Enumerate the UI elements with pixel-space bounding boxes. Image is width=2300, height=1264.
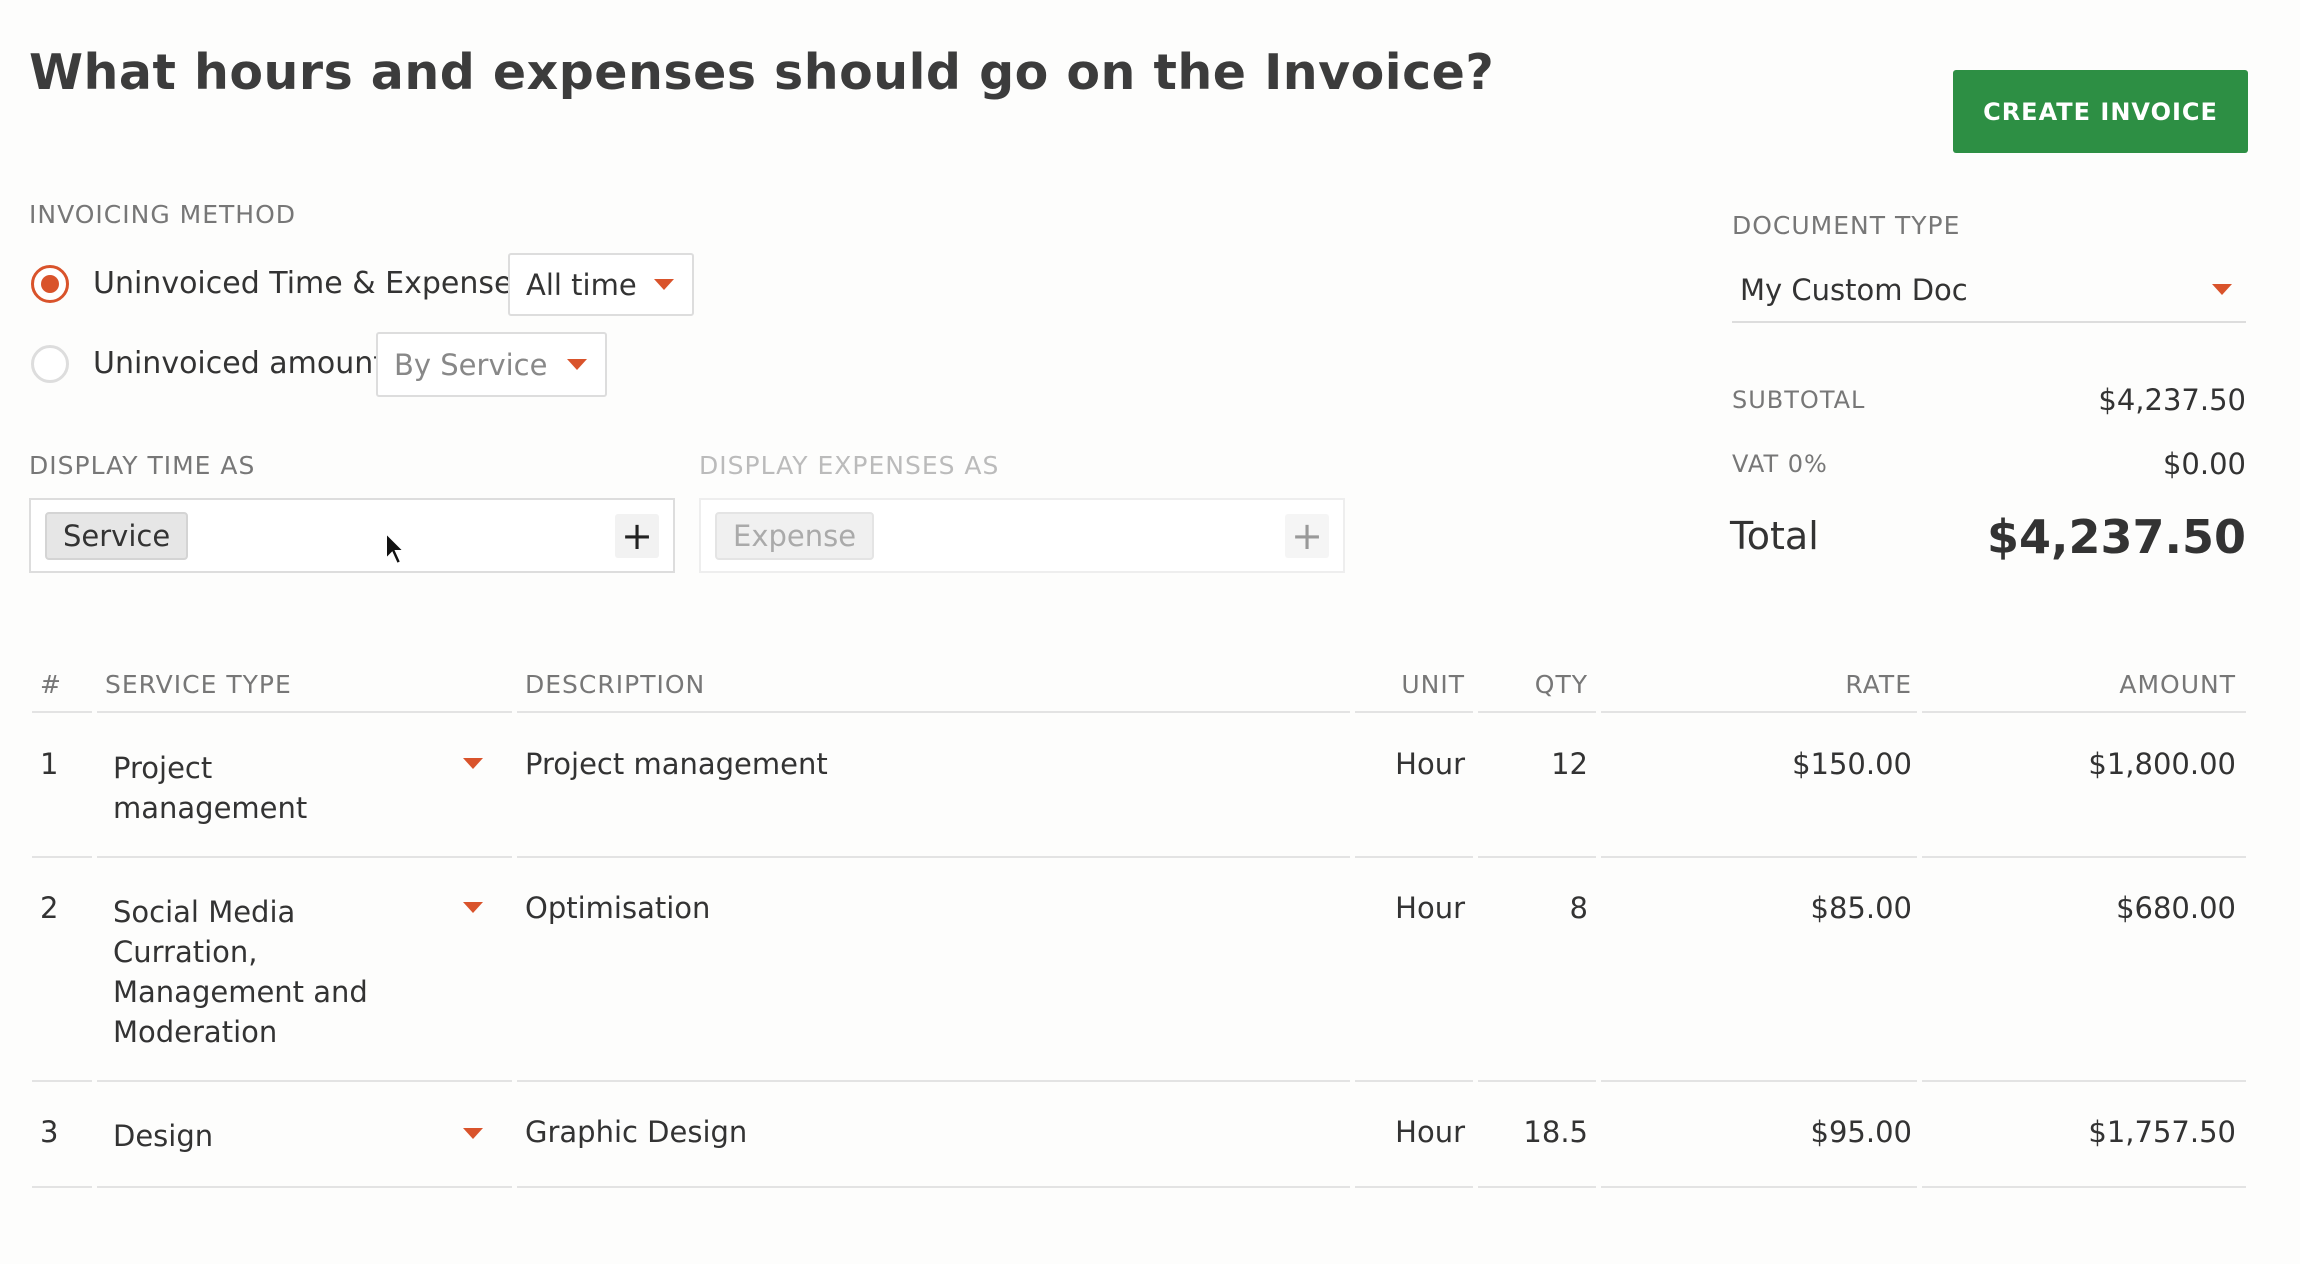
document-type-value: My Custom Doc — [1740, 272, 1968, 307]
total-label: Total — [1730, 514, 1819, 558]
row-rate[interactable]: $150.00 — [1600, 744, 1912, 784]
service-tag[interactable]: Service — [45, 511, 189, 560]
document-type-label: DOCUMENT TYPE — [1732, 211, 1961, 240]
row-description[interactable]: Project management — [525, 744, 828, 784]
divider — [1922, 711, 2246, 713]
divider — [1355, 1080, 1473, 1082]
row-number: 3 — [40, 1115, 59, 1149]
divider — [32, 1186, 92, 1188]
time-range-value: All time — [526, 267, 637, 302]
column-header-unit: UNIT — [1401, 670, 1465, 699]
add-time-grouping-button[interactable]: + — [615, 513, 659, 558]
amount-grouping-select[interactable]: By Service — [376, 332, 607, 397]
divider — [32, 711, 92, 713]
divider — [1922, 1080, 2246, 1082]
row-description[interactable]: Optimisation — [525, 888, 710, 928]
row-amount: $680.00 — [2116, 891, 2236, 925]
vat-label: VAT 0% — [1732, 450, 1828, 478]
radio-uninvoiced-time[interactable] — [31, 265, 69, 303]
column-header-description: DESCRIPTION — [525, 670, 706, 699]
chevron-down-icon — [654, 279, 674, 290]
mouse-cursor-icon — [385, 531, 407, 566]
divider — [1922, 1186, 2246, 1188]
column-header-rate: RATE — [1845, 670, 1912, 699]
amount-grouping-value: By Service — [394, 347, 548, 382]
invoicing-method-label: INVOICING METHOD — [29, 200, 297, 229]
row-unit: Hour — [1395, 891, 1465, 925]
row-qty[interactable]: 12 — [1480, 744, 1588, 784]
divider — [1922, 856, 2246, 858]
divider — [1355, 856, 1473, 858]
divider — [97, 856, 512, 858]
row-rate[interactable]: $95.00 — [1600, 1112, 1912, 1152]
column-header-qty: QTY — [1534, 670, 1588, 699]
create-invoice-button[interactable]: CREATE INVOICE — [1953, 70, 2248, 153]
divider — [1478, 856, 1596, 858]
row-qty[interactable]: 8 — [1480, 888, 1588, 928]
row-description[interactable]: Graphic Design — [525, 1112, 747, 1152]
vat-value: $0.00 — [2162, 447, 2246, 481]
radio-uninvoiced-amount[interactable] — [31, 345, 69, 383]
row-amount: $1,757.50 — [2088, 1115, 2236, 1149]
chevron-down-icon — [2212, 284, 2232, 295]
column-header-service-type: SERVICE TYPE — [105, 670, 292, 699]
subtotal-label: SUBTOTAL — [1732, 386, 1866, 414]
divider — [1355, 711, 1473, 713]
row-rate[interactable]: $85.00 — [1600, 888, 1912, 928]
divider — [97, 1080, 512, 1082]
time-range-select[interactable]: All time — [508, 253, 694, 316]
table-row: 1 Project management Project management … — [0, 740, 2300, 855]
service-type-select[interactable]: Social Media Curration, Management and M… — [113, 892, 403, 1052]
total-value: $4,237.50 — [1987, 510, 2246, 564]
chevron-down-icon[interactable] — [463, 758, 483, 769]
chevron-down-icon — [567, 359, 587, 370]
chevron-down-icon[interactable] — [463, 1128, 483, 1139]
row-amount: $1,800.00 — [2088, 747, 2236, 781]
divider — [32, 856, 92, 858]
display-expenses-field: Expense + — [699, 498, 1345, 573]
row-number: 2 — [40, 891, 59, 925]
radio-uninvoiced-time-label[interactable]: Uninvoiced Time & Expenses — [93, 266, 528, 301]
page-title: What hours and expenses should go on the… — [29, 44, 1495, 101]
column-header-amount: AMOUNT — [2119, 670, 2236, 699]
add-expense-grouping-button: + — [1285, 513, 1329, 558]
divider — [1601, 711, 1917, 713]
divider — [517, 856, 1350, 858]
row-qty[interactable]: 18.5 — [1480, 1112, 1588, 1152]
expense-tag: Expense — [715, 511, 875, 560]
display-time-label: DISPLAY TIME AS — [29, 451, 256, 480]
service-type-select[interactable]: Design — [113, 1116, 403, 1156]
service-type-select[interactable]: Project management — [113, 748, 403, 828]
chevron-down-icon[interactable] — [463, 902, 483, 913]
divider — [517, 711, 1350, 713]
display-expenses-label: DISPLAY EXPENSES AS — [699, 451, 1000, 480]
divider — [1601, 856, 1917, 858]
radio-uninvoiced-amount-label[interactable]: Uninvoiced amount — [93, 346, 385, 381]
divider — [1355, 1186, 1473, 1188]
row-unit: Hour — [1395, 747, 1465, 781]
row-unit: Hour — [1395, 1115, 1465, 1149]
divider — [32, 1080, 92, 1082]
display-time-field[interactable]: Service + — [29, 498, 675, 573]
document-type-select[interactable]: My Custom Doc — [1732, 258, 2246, 323]
column-header-num: # — [40, 670, 62, 699]
divider — [97, 1186, 512, 1188]
divider — [1478, 711, 1596, 713]
table-row: 3 Design Graphic Design Hour 18.5 $95.00… — [0, 1108, 2300, 1184]
table-row: 2 Social Media Curration, Management and… — [0, 884, 2300, 1079]
divider — [1478, 1080, 1596, 1082]
divider — [1601, 1186, 1917, 1188]
row-number: 1 — [40, 747, 59, 781]
subtotal-value: $4,237.50 — [2098, 383, 2246, 417]
divider — [517, 1186, 1350, 1188]
divider — [517, 1080, 1350, 1082]
divider — [1478, 1186, 1596, 1188]
divider — [1601, 1080, 1917, 1082]
divider — [97, 711, 512, 713]
